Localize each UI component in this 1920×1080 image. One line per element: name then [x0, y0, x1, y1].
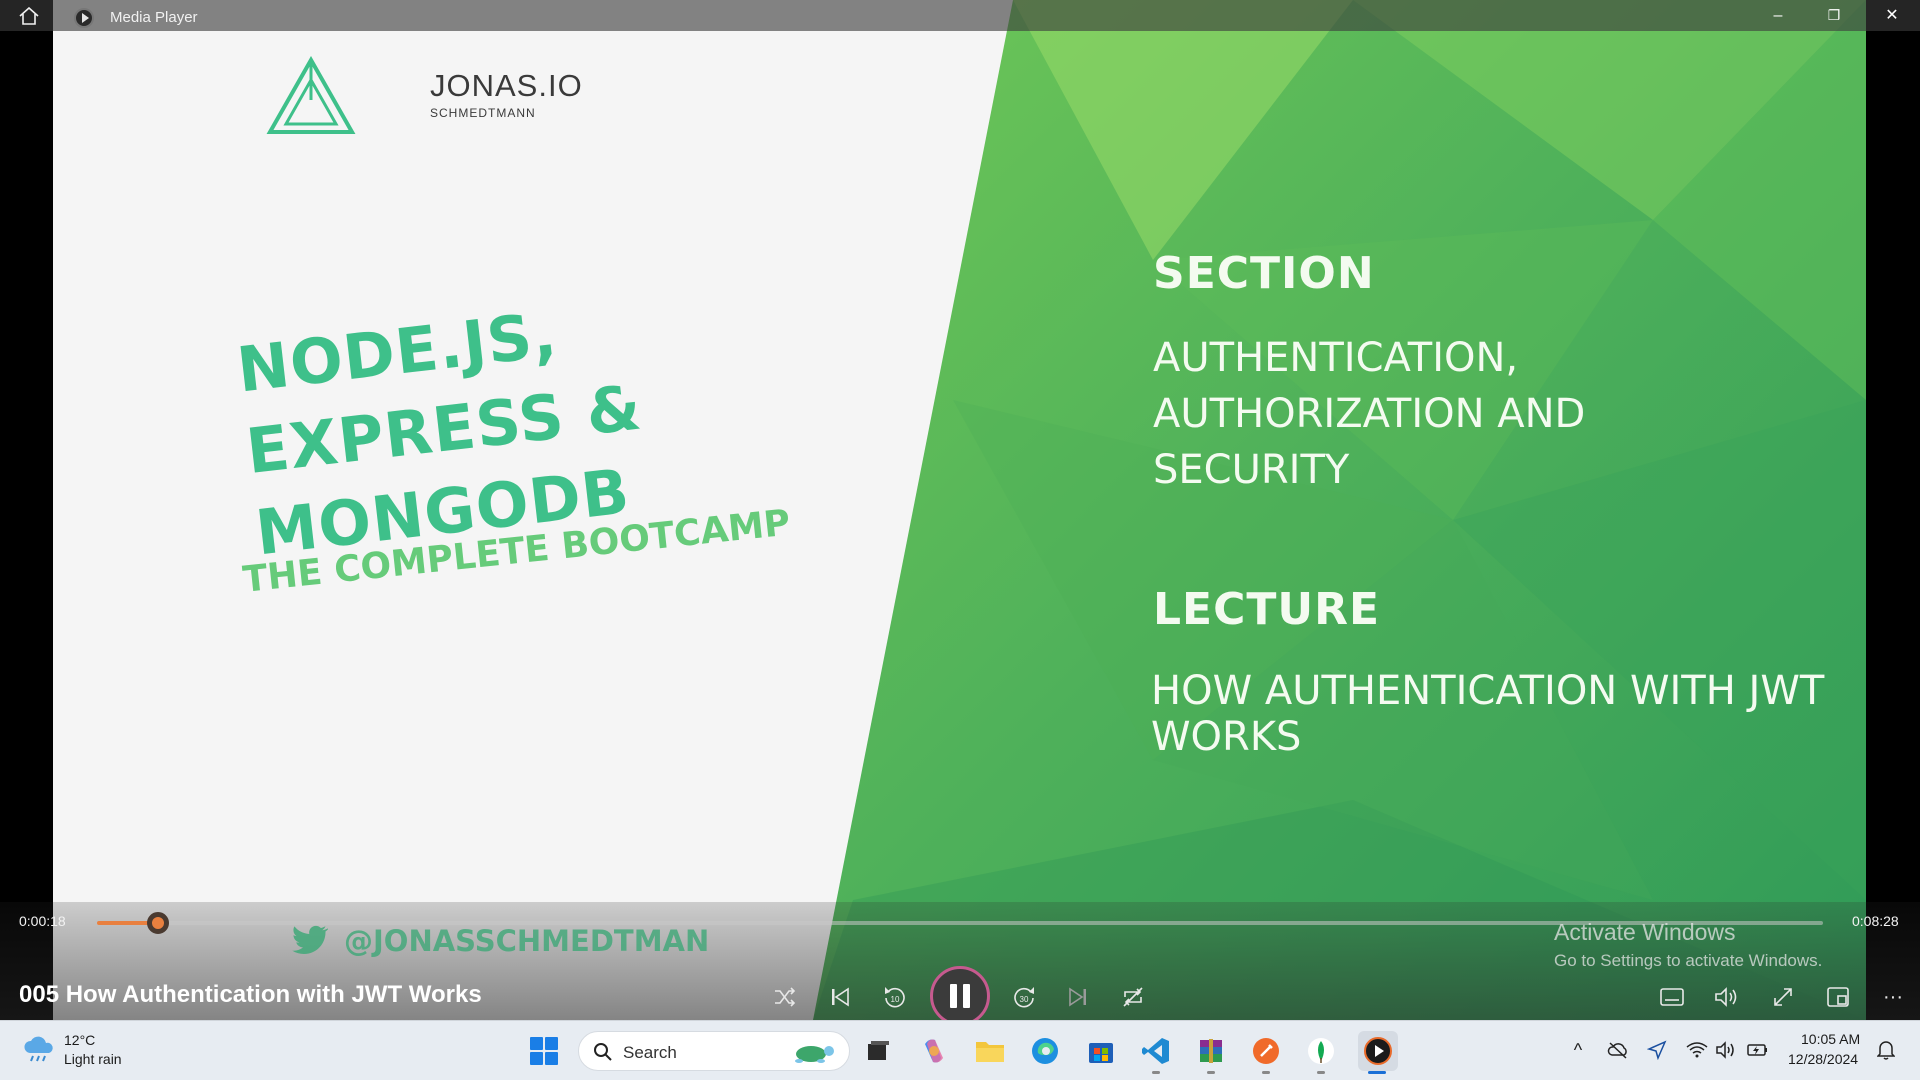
location-icon[interactable] [1645, 1038, 1669, 1062]
winrar-icon[interactable] [1193, 1033, 1229, 1069]
speaker-icon[interactable] [1714, 1038, 1738, 1062]
weather-description[interactable]: Light rain [64, 1051, 122, 1067]
pause-button[interactable] [930, 966, 990, 1026]
title-bar: Media Player – ❐ ✕ [0, 0, 1920, 31]
lecture-name: HOW AUTHENTICATION WITH JWT WORKS [1151, 668, 1825, 760]
twitter-handle-text: @JONASSCHMEDTMAN [344, 924, 710, 958]
microsoft-store-icon[interactable] [1083, 1033, 1119, 1069]
window-title: Media Player [110, 9, 198, 26]
clock-time[interactable]: 10:05 AM [1801, 1031, 1860, 1047]
forward-30-label: 30 [1020, 995, 1029, 1004]
search-icon [594, 1043, 612, 1061]
mongodb-compass-running-indicator [1317, 1071, 1325, 1074]
logo-subtitle: SCHMEDTMANN [430, 106, 536, 120]
miniplayer-icon[interactable] [1821, 980, 1855, 1014]
twitter-handle: @JONASSCHMEDTMAN [290, 924, 709, 958]
mongodb-compass-icon[interactable] [1303, 1033, 1339, 1069]
start-logo-tile [545, 1037, 558, 1050]
twitter-icon [292, 925, 328, 954]
pause-icon-bar [963, 984, 970, 1008]
logo-name: JONAS.IO [430, 68, 583, 103]
search-highlight-turtle-icon [795, 1046, 834, 1063]
fullscreen-icon[interactable] [1766, 980, 1800, 1014]
close-button[interactable]: ✕ [1864, 0, 1920, 31]
media-player-taskbar-icon[interactable] [1358, 1031, 1398, 1071]
weather-temperature[interactable]: 12°C [64, 1032, 95, 1048]
restore-button[interactable]: ❐ [1806, 0, 1862, 31]
section-heading: SECTION [1153, 248, 1375, 299]
start-logo-tile [530, 1037, 543, 1050]
clock-date[interactable]: 12/28/2024 [1788, 1051, 1858, 1067]
forward-30-icon[interactable]: 30 [1007, 980, 1041, 1014]
file-explorer-icon[interactable] [972, 1033, 1008, 1069]
more-options-icon[interactable]: ··· [1876, 980, 1910, 1014]
previous-icon[interactable] [823, 980, 857, 1014]
task-view-icon[interactable] [860, 1033, 896, 1069]
start-button[interactable] [530, 1037, 558, 1065]
lecture-heading: LECTURE [1153, 584, 1381, 635]
media-player-app-icon [74, 8, 94, 28]
copilot-icon[interactable] [916, 1033, 952, 1069]
volume-icon[interactable] [1710, 980, 1744, 1014]
rewind-10-label: 10 [891, 995, 900, 1004]
home-icon[interactable] [18, 7, 40, 25]
postman-icon[interactable] [1248, 1033, 1284, 1069]
notifications-bell-icon[interactable] [1874, 1038, 1898, 1062]
activate-windows-subtitle: Go to Settings to activate Windows. [1554, 951, 1823, 970]
next-icon[interactable] [1061, 980, 1095, 1014]
desktop: JONAS.IO SCHMEDTMANN NODE.JS, EXPRESS & … [0, 0, 1920, 1080]
jonas-logo-icon [266, 56, 356, 134]
video-title: 005 How Authentication with JWT Works [19, 981, 482, 1008]
subtitles-icon[interactable] [1655, 980, 1689, 1014]
taskbar-search[interactable]: Search [578, 1031, 850, 1071]
taskbar [0, 1020, 1920, 1080]
total-duration: 0:08:28 [1852, 913, 1899, 929]
repeat-icon[interactable] [1116, 980, 1150, 1014]
edge-icon[interactable] [1027, 1033, 1063, 1069]
video-frame[interactable]: JONAS.IO SCHMEDTMANN NODE.JS, EXPRESS & … [53, 0, 1866, 1020]
shuffle-icon[interactable] [768, 980, 802, 1014]
elapsed-time: 0:00:18 [19, 913, 66, 929]
vscode-icon[interactable] [1138, 1033, 1174, 1069]
section-name: AUTHENTICATION, AUTHORIZATION AND SECURI… [1153, 335, 1586, 493]
vscode-running-indicator [1152, 1071, 1160, 1074]
activate-windows-title: Activate Windows [1554, 919, 1736, 945]
weather-rain-icon[interactable] [22, 1035, 56, 1063]
pause-icon-bar [950, 984, 957, 1008]
wifi-icon[interactable] [1685, 1038, 1709, 1062]
winrar-running-indicator [1207, 1071, 1215, 1074]
postman-running-indicator [1262, 1071, 1270, 1074]
search-label: Search [623, 1043, 677, 1062]
seek-bar-thumb[interactable] [147, 912, 170, 934]
start-logo-tile [530, 1052, 543, 1065]
onedrive-offline-icon[interactable] [1606, 1038, 1630, 1062]
tray-overflow-chevron-icon[interactable]: ^ [1566, 1038, 1590, 1062]
start-logo-tile [545, 1052, 558, 1065]
minimize-button[interactable]: – [1750, 0, 1806, 31]
rewind-10-icon[interactable]: 10 [878, 980, 912, 1014]
media-player-active-indicator [1368, 1071, 1386, 1074]
battery-charging-icon[interactable] [1746, 1038, 1770, 1062]
